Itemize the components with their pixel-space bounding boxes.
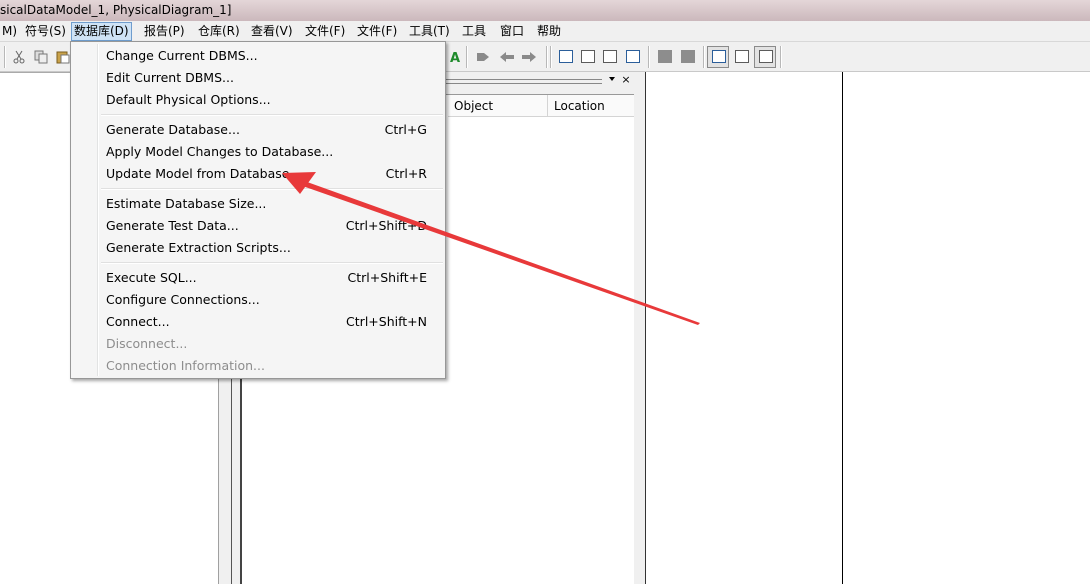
toolbar-separator	[546, 46, 548, 68]
text-color-icon[interactable]: A	[446, 48, 463, 65]
menu-item-update-model-from-database[interactable]: Update Model from Database... Ctrl+R	[73, 163, 443, 185]
menu-separator	[101, 114, 443, 116]
view-icon-2[interactable]	[579, 48, 596, 65]
forward-icon[interactable]	[520, 48, 537, 65]
menu-item-generate-test-data[interactable]: Generate Test Data... Ctrl+Shift+D	[73, 215, 443, 237]
menu-item-label: Configure Connections...	[106, 292, 260, 307]
back-icon[interactable]	[498, 48, 515, 65]
menu-repository[interactable]: 仓库(R)	[196, 22, 242, 41]
menu-item-label: Edit Current DBMS...	[106, 70, 234, 85]
view-icon-5[interactable]	[656, 48, 673, 65]
diagram-canvas[interactable]	[646, 72, 1090, 584]
menu-item-label: Generate Test Data...	[106, 218, 239, 233]
menu-item-label: Connection Information...	[106, 358, 265, 373]
menu-view[interactable]: 查看(V)	[249, 22, 295, 41]
table-icon[interactable]	[757, 48, 774, 65]
cut-icon[interactable]	[10, 48, 27, 65]
menu-separator	[101, 262, 443, 264]
menu-item-connect[interactable]: Connect... Ctrl+Shift+N	[73, 311, 443, 333]
menu-item-shortcut: Ctrl+Shift+D	[345, 218, 427, 233]
menu-item-connection-information[interactable]: Connection Information...	[73, 355, 443, 377]
menu-file-1[interactable]: 文件(F)	[303, 22, 347, 41]
menu-window[interactable]: 窗口	[498, 22, 526, 41]
menu-item-execute-sql[interactable]: Execute SQL... Ctrl+Shift+E	[73, 267, 443, 289]
menu-symbol[interactable]: 符号(S)	[23, 22, 68, 41]
column-header-object[interactable]: Object	[448, 95, 548, 117]
close-icon[interactable]: ×	[620, 74, 632, 86]
menu-item-label: Execute SQL...	[106, 270, 197, 285]
menu-item-shortcut: Ctrl+Shift+N	[346, 314, 427, 329]
toolbar-separator	[4, 46, 6, 68]
menu-item-shortcut: Ctrl+G	[384, 122, 427, 137]
toolbar-separator	[550, 46, 552, 68]
toolbar-separator	[648, 46, 650, 68]
menu-bar: M) 符号(S) 数据库(D) 报告(P) 仓库(R) 查看(V) 文件(F) …	[0, 21, 1090, 42]
menu-report[interactable]: 报告(P)	[142, 22, 187, 41]
menu-help[interactable]: 帮助	[535, 22, 563, 41]
view-icon-1[interactable]	[557, 48, 574, 65]
tool-icon[interactable]	[474, 48, 491, 65]
menu-separator	[101, 188, 443, 190]
menu-item-estimate-database-size[interactable]: Estimate Database Size...	[73, 193, 443, 215]
paste-icon[interactable]	[54, 48, 71, 65]
menu-item-edit-dbms[interactable]: Edit Current DBMS...	[73, 67, 443, 89]
menu-item-label: Update Model from Database...	[106, 166, 302, 181]
database-menu: Change Current DBMS... Edit Current DBMS…	[70, 41, 446, 379]
window-title-bar: sicalDataModel_1, PhysicalDiagram_1]	[0, 0, 1090, 21]
menu-item-label: Default Physical Options...	[106, 92, 271, 107]
menu-item-default-physical-options[interactable]: Default Physical Options...	[73, 89, 443, 111]
copy-icon[interactable]	[32, 48, 49, 65]
menu-item-generate-database[interactable]: Generate Database... Ctrl+G	[73, 119, 443, 141]
menu-item-shortcut: Ctrl+Shift+E	[347, 270, 428, 285]
menu-item-label: Connect...	[106, 314, 170, 329]
toolbar-separator	[466, 46, 468, 68]
svg-text:A: A	[450, 51, 460, 64]
menu-item-label: Generate Database...	[106, 122, 240, 137]
menu-item-label: Apply Model Changes to Database...	[106, 144, 334, 159]
page-boundary-line	[842, 72, 843, 584]
toolbar-separator	[780, 46, 782, 68]
toolbar-separator	[703, 46, 705, 68]
menu-item-apply-model-changes[interactable]: Apply Model Changes to Database...	[73, 141, 443, 163]
menu-database[interactable]: 数据库(D)	[71, 22, 132, 41]
menu-tools-2[interactable]: 工具	[460, 22, 488, 41]
dock-pin-icon[interactable]	[606, 74, 618, 86]
list-icon[interactable]	[733, 48, 750, 65]
menu-item-configure-connections[interactable]: Configure Connections...	[73, 289, 443, 311]
menu-file-2[interactable]: 文件(F)	[355, 22, 399, 41]
menu-model[interactable]: M)	[0, 22, 19, 41]
preview-icon[interactable]	[710, 48, 727, 65]
menu-item-label: Disconnect...	[106, 336, 188, 351]
window-title: sicalDataModel_1, PhysicalDiagram_1]	[0, 3, 232, 17]
menu-item-change-dbms[interactable]: Change Current DBMS...	[73, 45, 443, 67]
view-icon-4[interactable]	[624, 48, 641, 65]
menu-item-label: Generate Extraction Scripts...	[106, 240, 291, 255]
menu-item-label: Estimate Database Size...	[106, 196, 267, 211]
menu-item-shortcut: Ctrl+R	[385, 166, 427, 181]
output-panel-edge	[634, 72, 646, 584]
column-header-location[interactable]: Location	[548, 95, 636, 117]
view-icon-6[interactable]	[679, 48, 696, 65]
menu-item-label: Change Current DBMS...	[106, 48, 258, 63]
menu-item-generate-extraction-scripts[interactable]: Generate Extraction Scripts...	[73, 237, 443, 259]
view-icon-3[interactable]	[601, 48, 618, 65]
menu-tools-1[interactable]: 工具(T)	[407, 22, 452, 41]
menu-item-disconnect[interactable]: Disconnect...	[73, 333, 443, 355]
